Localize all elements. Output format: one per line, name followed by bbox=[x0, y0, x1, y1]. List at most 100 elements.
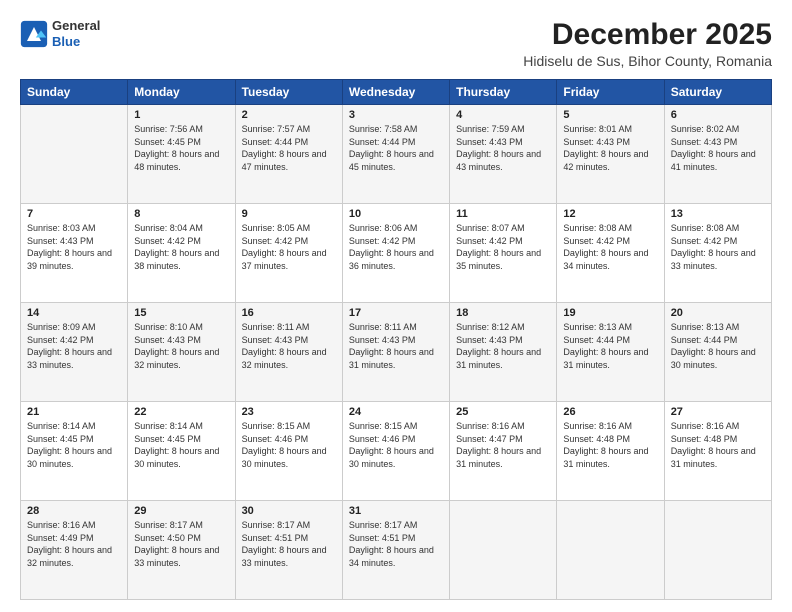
day-info: Sunrise: 8:04 AM Sunset: 4:42 PM Dayligh… bbox=[134, 222, 228, 272]
day-number: 11 bbox=[456, 208, 550, 220]
day-number: 21 bbox=[27, 406, 121, 418]
calendar-cell: 20Sunrise: 8:13 AM Sunset: 4:44 PM Dayli… bbox=[664, 303, 771, 402]
day-number: 18 bbox=[456, 307, 550, 319]
column-header-thursday: Thursday bbox=[450, 80, 557, 105]
day-number: 9 bbox=[242, 208, 336, 220]
day-info: Sunrise: 8:17 AM Sunset: 4:50 PM Dayligh… bbox=[134, 519, 228, 569]
calendar-cell: 10 Sunrise: 8:06 AM Sunset: 4:42 PM Dayli… bbox=[342, 204, 449, 303]
calendar-cell: 27 Sunrise: 8:16 AM Sunset: 4:48 PM Dayli… bbox=[664, 402, 771, 501]
day-number: 5 bbox=[563, 109, 657, 121]
calendar-cell bbox=[557, 501, 664, 600]
day-info: Sunrise: 8:13 AM Sunset: 4:44 PM Dayligh… bbox=[671, 321, 765, 371]
day-info: Sunrise: 8:14 AM Sunset: 4:45 PM Dayligh… bbox=[134, 420, 228, 470]
day-number: 29 bbox=[134, 505, 228, 517]
day-info: Sunrise: 8:10 AM Sunset: 4:43 PM Dayligh… bbox=[134, 321, 228, 371]
calendar-cell: 18 Sunrise: 8:12 AM Sunset: 4:43 PM Dayli… bbox=[450, 303, 557, 402]
day-info: Sunrise: 8:17 AM Sunset: 4:51 PM Dayligh… bbox=[349, 519, 443, 569]
day-number: 14 bbox=[27, 307, 121, 319]
logo: General Blue bbox=[20, 18, 100, 49]
logo-icon bbox=[20, 20, 48, 48]
page: General Blue December 2025 Hidiselu de S… bbox=[0, 0, 792, 612]
calendar-week-row: 14 Sunrise: 8:09 AM Sunset: 4:42 PM Dayli… bbox=[21, 303, 772, 402]
calendar-cell: 15 Sunrise: 8:10 AM Sunset: 4:43 PM Dayli… bbox=[128, 303, 235, 402]
calendar-cell: 16 Sunrise: 8:11 AM Sunset: 4:43 PM Dayli… bbox=[235, 303, 342, 402]
day-info: Sunrise: 8:08 AM Sunset: 4:42 PM Dayligh… bbox=[671, 222, 765, 272]
day-info: Sunrise: 8:16 AM Sunset: 4:48 PM Dayligh… bbox=[671, 420, 765, 470]
day-info: Sunrise: 8:16 AM Sunset: 4:48 PM Dayligh… bbox=[563, 420, 657, 470]
calendar-cell: 25Sunrise: 8:16 AM Sunset: 4:47 PM Dayli… bbox=[450, 402, 557, 501]
day-number: 26 bbox=[563, 406, 657, 418]
day-number: 2 bbox=[242, 109, 336, 121]
day-info: Sunrise: 8:07 AM Sunset: 4:42 PM Dayligh… bbox=[456, 222, 550, 272]
day-number: 28 bbox=[27, 505, 121, 517]
day-info: Sunrise: 8:11 AM Sunset: 4:43 PM Dayligh… bbox=[242, 321, 336, 371]
day-info: Sunrise: 7:58 AM Sunset: 4:44 PM Dayligh… bbox=[349, 123, 443, 173]
day-info: Sunrise: 8:06 AM Sunset: 4:42 PM Dayligh… bbox=[349, 222, 443, 272]
column-header-monday: Monday bbox=[128, 80, 235, 105]
day-info: Sunrise: 8:17 AM Sunset: 4:51 PM Dayligh… bbox=[242, 519, 336, 569]
calendar-cell: 28Sunrise: 8:16 AM Sunset: 4:49 PM Dayli… bbox=[21, 501, 128, 600]
day-info: Sunrise: 8:08 AM Sunset: 4:42 PM Dayligh… bbox=[563, 222, 657, 272]
day-number: 4 bbox=[456, 109, 550, 121]
day-info: Sunrise: 8:15 AM Sunset: 4:46 PM Dayligh… bbox=[242, 420, 336, 470]
day-info: Sunrise: 8:13 AM Sunset: 4:44 PM Dayligh… bbox=[563, 321, 657, 371]
calendar-cell: 12 Sunrise: 8:08 AM Sunset: 4:42 PM Dayli… bbox=[557, 204, 664, 303]
calendar-week-row: 21 Sunrise: 8:14 AM Sunset: 4:45 PM Dayli… bbox=[21, 402, 772, 501]
day-number: 1 bbox=[134, 109, 228, 121]
calendar-table: SundayMondayTuesdayWednesdayThursdayFrid… bbox=[20, 79, 772, 600]
day-number: 13 bbox=[671, 208, 765, 220]
day-number: 31 bbox=[349, 505, 443, 517]
day-number: 22 bbox=[134, 406, 228, 418]
day-number: 25 bbox=[456, 406, 550, 418]
calendar-cell: 22 Sunrise: 8:14 AM Sunset: 4:45 PM Dayli… bbox=[128, 402, 235, 501]
day-number: 10 bbox=[349, 208, 443, 220]
calendar-header-row: SundayMondayTuesdayWednesdayThursdayFrid… bbox=[21, 80, 772, 105]
day-number: 30 bbox=[242, 505, 336, 517]
column-header-sunday: Sunday bbox=[21, 80, 128, 105]
calendar-cell: 7Sunrise: 8:03 AM Sunset: 4:43 PM Daylig… bbox=[21, 204, 128, 303]
day-number: 19 bbox=[563, 307, 657, 319]
day-number: 16 bbox=[242, 307, 336, 319]
day-number: 24 bbox=[349, 406, 443, 418]
calendar-cell: 23 Sunrise: 8:15 AM Sunset: 4:46 PM Dayli… bbox=[235, 402, 342, 501]
day-info: Sunrise: 8:09 AM Sunset: 4:42 PM Dayligh… bbox=[27, 321, 121, 371]
header: General Blue December 2025 Hidiselu de S… bbox=[20, 18, 772, 69]
calendar-cell: 2Sunrise: 7:57 AM Sunset: 4:44 PM Daylig… bbox=[235, 105, 342, 204]
day-info: Sunrise: 8:15 AM Sunset: 4:46 PM Dayligh… bbox=[349, 420, 443, 470]
calendar-cell: 17Sunrise: 8:11 AM Sunset: 4:43 PM Dayli… bbox=[342, 303, 449, 402]
day-number: 12 bbox=[563, 208, 657, 220]
day-number: 8 bbox=[134, 208, 228, 220]
day-info: Sunrise: 8:12 AM Sunset: 4:43 PM Dayligh… bbox=[456, 321, 550, 371]
calendar-cell: 13 Sunrise: 8:08 AM Sunset: 4:42 PM Dayli… bbox=[664, 204, 771, 303]
calendar-cell: 21 Sunrise: 8:14 AM Sunset: 4:45 PM Dayli… bbox=[21, 402, 128, 501]
calendar-cell: 31 Sunrise: 8:17 AM Sunset: 4:51 PM Dayli… bbox=[342, 501, 449, 600]
day-info: Sunrise: 8:11 AM Sunset: 4:43 PM Dayligh… bbox=[349, 321, 443, 371]
column-header-saturday: Saturday bbox=[664, 80, 771, 105]
calendar-cell: 30 Sunrise: 8:17 AM Sunset: 4:51 PM Dayli… bbox=[235, 501, 342, 600]
calendar-cell: 9Sunrise: 8:05 AM Sunset: 4:42 PM Daylig… bbox=[235, 204, 342, 303]
calendar-cell: 8 Sunrise: 8:04 AM Sunset: 4:42 PM Daylig… bbox=[128, 204, 235, 303]
calendar-cell: 29 Sunrise: 8:17 AM Sunset: 4:50 PM Dayli… bbox=[128, 501, 235, 600]
calendar-cell: 1 Sunrise: 7:56 AM Sunset: 4:45 PM Daylig… bbox=[128, 105, 235, 204]
day-number: 23 bbox=[242, 406, 336, 418]
day-info: Sunrise: 8:02 AM Sunset: 4:43 PM Dayligh… bbox=[671, 123, 765, 173]
day-number: 15 bbox=[134, 307, 228, 319]
day-number: 27 bbox=[671, 406, 765, 418]
column-header-friday: Friday bbox=[557, 80, 664, 105]
logo-text: General Blue bbox=[52, 18, 100, 49]
column-header-wednesday: Wednesday bbox=[342, 80, 449, 105]
day-number: 3 bbox=[349, 109, 443, 121]
calendar-cell: 24 Sunrise: 8:15 AM Sunset: 4:46 PM Dayli… bbox=[342, 402, 449, 501]
subtitle: Hidiselu de Sus, Bihor County, Romania bbox=[523, 53, 772, 69]
calendar-week-row: 7Sunrise: 8:03 AM Sunset: 4:43 PM Daylig… bbox=[21, 204, 772, 303]
calendar-cell: 3 Sunrise: 7:58 AM Sunset: 4:44 PM Daylig… bbox=[342, 105, 449, 204]
day-info: Sunrise: 8:14 AM Sunset: 4:45 PM Dayligh… bbox=[27, 420, 121, 470]
title-block: December 2025 Hidiselu de Sus, Bihor Cou… bbox=[523, 18, 772, 69]
day-info: Sunrise: 7:56 AM Sunset: 4:45 PM Dayligh… bbox=[134, 123, 228, 173]
calendar-cell: 4 Sunrise: 7:59 AM Sunset: 4:43 PM Daylig… bbox=[450, 105, 557, 204]
day-info: Sunrise: 7:59 AM Sunset: 4:43 PM Dayligh… bbox=[456, 123, 550, 173]
calendar-cell: 5 Sunrise: 8:01 AM Sunset: 4:43 PM Daylig… bbox=[557, 105, 664, 204]
calendar-cell: 26 Sunrise: 8:16 AM Sunset: 4:48 PM Dayli… bbox=[557, 402, 664, 501]
day-info: Sunrise: 8:01 AM Sunset: 4:43 PM Dayligh… bbox=[563, 123, 657, 173]
day-number: 6 bbox=[671, 109, 765, 121]
